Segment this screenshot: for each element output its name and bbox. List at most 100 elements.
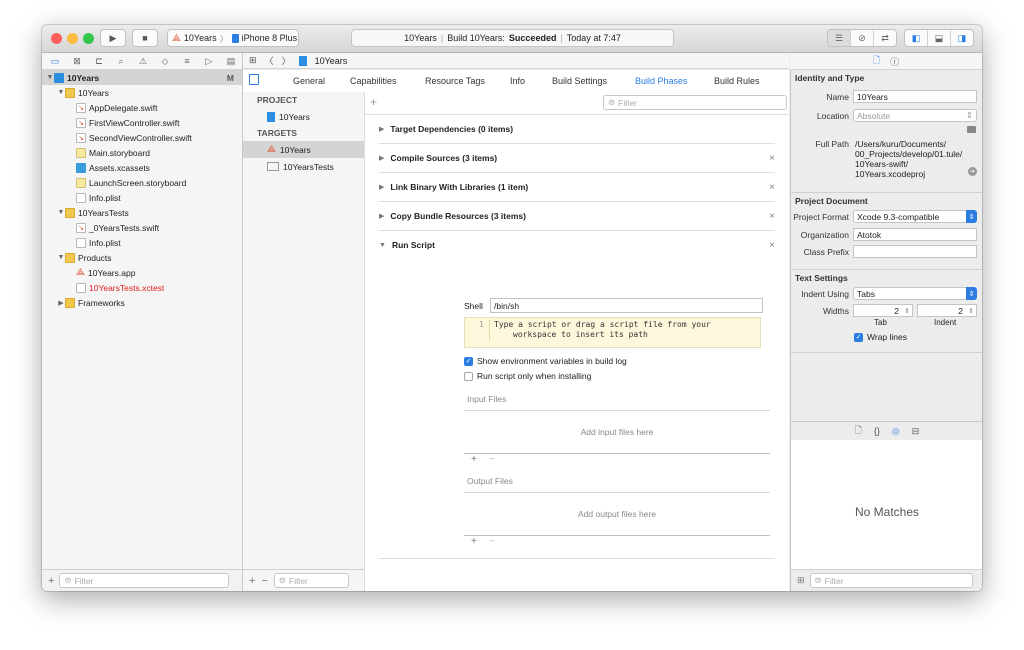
project-item[interactable]: 10Years (243, 108, 364, 125)
assistant-editor-icon[interactable]: ⊘ (851, 30, 874, 46)
file-inspector-icon[interactable]: 🗋 (873, 53, 880, 69)
navigator-filter-input[interactable]: ⊜ Filter (59, 573, 230, 588)
file-tree-item[interactable]: ▼ 10Years (42, 85, 242, 100)
disclosure-right-icon[interactable]: ▶ (379, 212, 384, 220)
organization-field[interactable]: Atotok (853, 228, 977, 241)
tab-resource-tags[interactable]: Resource Tags (425, 76, 485, 86)
toggle-target-list-icon[interactable] (249, 74, 259, 85)
grid-view-icon[interactable]: ⊞ (797, 575, 805, 586)
debug-icon[interactable]: ≡ (180, 56, 194, 66)
standard-editor-icon[interactable]: ☰ (828, 30, 851, 46)
indent-width-field[interactable]: 2 ⇕ (917, 304, 977, 317)
file-tree-item[interactable]: ↘ AppDelegate.swift (42, 100, 242, 115)
build-phase-section[interactable]: ▶ Compile Sources (3 items) × (379, 144, 775, 173)
file-tree-item[interactable]: ▼ Products (42, 250, 242, 265)
input-files-list[interactable]: Add input files here (464, 410, 770, 454)
version-editor-icon[interactable]: ⇄ (874, 30, 896, 46)
stop-button[interactable]: ■ (132, 29, 158, 47)
show-env-checkbox[interactable]: ✓ Show environment variables in build lo… (464, 356, 627, 366)
shell-input[interactable]: /bin/sh (490, 298, 763, 313)
delete-phase-icon[interactable]: × (769, 153, 775, 164)
tab-build-settings[interactable]: Build Settings (552, 76, 607, 86)
tab-build-phases[interactable]: Build Phases (635, 76, 688, 86)
file-tree-item[interactable]: ▶ Frameworks (42, 295, 242, 310)
indent-using-select[interactable]: Tabs ⇕ (853, 287, 977, 300)
scheme-selector[interactable]: ⟁ 10Years 〉 iPhone 8 Plus (167, 29, 299, 47)
file-tree-item[interactable]: 10YearsTests.xctest (42, 280, 242, 295)
file-template-icon[interactable]: 🗋 (855, 423, 862, 439)
file-tree-item[interactable]: ▼ 10Years M (42, 70, 242, 85)
project-format-select[interactable]: Xcode 9.3-compatible ⇕ (853, 210, 977, 223)
media-library-icon[interactable]: ⊟ (912, 426, 920, 437)
disclosure-right-icon[interactable]: ▶ (379, 154, 384, 162)
file-tree-item[interactable]: ↘ SecondViewController.swift (42, 130, 242, 145)
add-target-icon[interactable]: + (249, 575, 255, 587)
stepper-icon[interactable]: ⇕ (904, 307, 910, 315)
build-phase-section[interactable]: ▼ Run Script × (379, 231, 775, 259)
stepper-icon[interactable]: ⇕ (968, 307, 974, 315)
target-filter-input[interactable]: ⊜ Filter (273, 573, 349, 588)
tab-build-rules[interactable]: Build Rules (714, 76, 760, 86)
run-button[interactable]: ▶ (100, 29, 126, 47)
source-control-icon[interactable]: ⊠ (70, 56, 84, 67)
file-tree-item[interactable]: ▼ 10YearsTests (42, 205, 242, 220)
test-icon[interactable]: ◇ (158, 56, 172, 67)
delete-phase-icon[interactable]: × (769, 240, 775, 251)
jump-bar-crumb[interactable]: 10Years (315, 56, 348, 66)
delete-phase-icon[interactable]: × (769, 211, 775, 222)
tab-capabilities[interactable]: Capabilities (350, 76, 397, 86)
warning-icon[interactable]: ⚠ (136, 56, 150, 67)
toggle-debug-area-icon[interactable]: ⬓ (928, 30, 951, 46)
install-only-checkbox[interactable]: Run script only when installing (464, 371, 591, 381)
tab-general[interactable]: General (293, 76, 325, 86)
disclosure-down-icon[interactable]: ▼ (57, 254, 65, 261)
add-icon[interactable]: + (48, 575, 54, 587)
name-field[interactable]: 10Years (853, 90, 977, 103)
file-tree-item[interactable]: Assets.xcassets (42, 160, 242, 175)
script-editor[interactable]: 1 Type a script or drag a script file fr… (464, 317, 761, 348)
target-item-tests[interactable]: 10YearsTests (243, 158, 364, 175)
remove-input-file-icon[interactable]: − (489, 454, 495, 465)
toggle-navigator-icon[interactable]: ◧ (905, 30, 928, 46)
file-tree-item[interactable]: Info.plist (42, 190, 242, 205)
breakpoint-icon[interactable]: ▷ (202, 56, 216, 67)
tab-info[interactable]: Info (510, 76, 525, 86)
disclosure-right-icon[interactable]: ▶ (379, 183, 384, 191)
output-files-list[interactable]: Add output files here (464, 492, 770, 536)
file-tree-item[interactable]: ↘ _0YearsTests.swift (42, 220, 242, 235)
disclosure-down-icon[interactable]: ▼ (379, 242, 386, 249)
add-output-file-icon[interactable]: + (471, 536, 477, 547)
file-tree-item[interactable]: Main.storyboard (42, 145, 242, 160)
build-phase-section[interactable]: ▶ Link Binary With Libraries (1 item) × (379, 173, 775, 202)
build-phase-section[interactable]: ▶ Target Dependencies (0 items) (379, 115, 775, 144)
minimize-window-button[interactable] (67, 33, 78, 44)
disclosure-right-icon[interactable]: ▶ (57, 299, 65, 307)
disclosure-down-icon[interactable]: ▼ (46, 74, 54, 81)
location-select[interactable]: Absolute ⇕ (853, 109, 977, 122)
report-icon[interactable]: ▤ (224, 56, 238, 67)
delete-phase-icon[interactable]: × (769, 182, 775, 193)
file-tree-item[interactable]: ⟁ 10Years.app (42, 265, 242, 280)
hierarchy-icon[interactable]: ⊏ (92, 56, 106, 67)
code-snippet-icon[interactable]: {} (874, 426, 880, 436)
zoom-window-button[interactable] (83, 33, 94, 44)
wrap-lines-checkbox[interactable]: ✓ Wrap lines (854, 332, 907, 342)
disclosure-down-icon[interactable]: ▼ (57, 209, 65, 216)
related-items-icon[interactable]: ⊞ (249, 55, 257, 66)
reveal-arrow-icon[interactable]: ➔ (968, 167, 977, 176)
folder-icon[interactable]: ▭ (48, 56, 62, 67)
disclosure-down-icon[interactable]: ▼ (57, 89, 65, 96)
forward-icon[interactable]: 〉 (282, 54, 291, 67)
folder-reveal-icon[interactable] (967, 126, 976, 133)
target-item-app[interactable]: ⟁ 10Years (243, 141, 364, 158)
library-filter-input[interactable]: ⊜ Filter (809, 573, 973, 588)
file-tree-item[interactable]: LaunchScreen.storyboard (42, 175, 242, 190)
add-input-file-icon[interactable]: + (471, 454, 477, 465)
close-window-button[interactable] (51, 33, 62, 44)
back-icon[interactable]: 〈 (265, 54, 274, 67)
quick-help-icon[interactable]: ⓘ (890, 55, 899, 68)
remove-target-icon[interactable]: − (261, 575, 267, 587)
remove-output-file-icon[interactable]: − (489, 536, 495, 547)
file-tree-item[interactable]: ↘ FirstViewController.swift (42, 115, 242, 130)
class-prefix-field[interactable] (853, 245, 977, 258)
